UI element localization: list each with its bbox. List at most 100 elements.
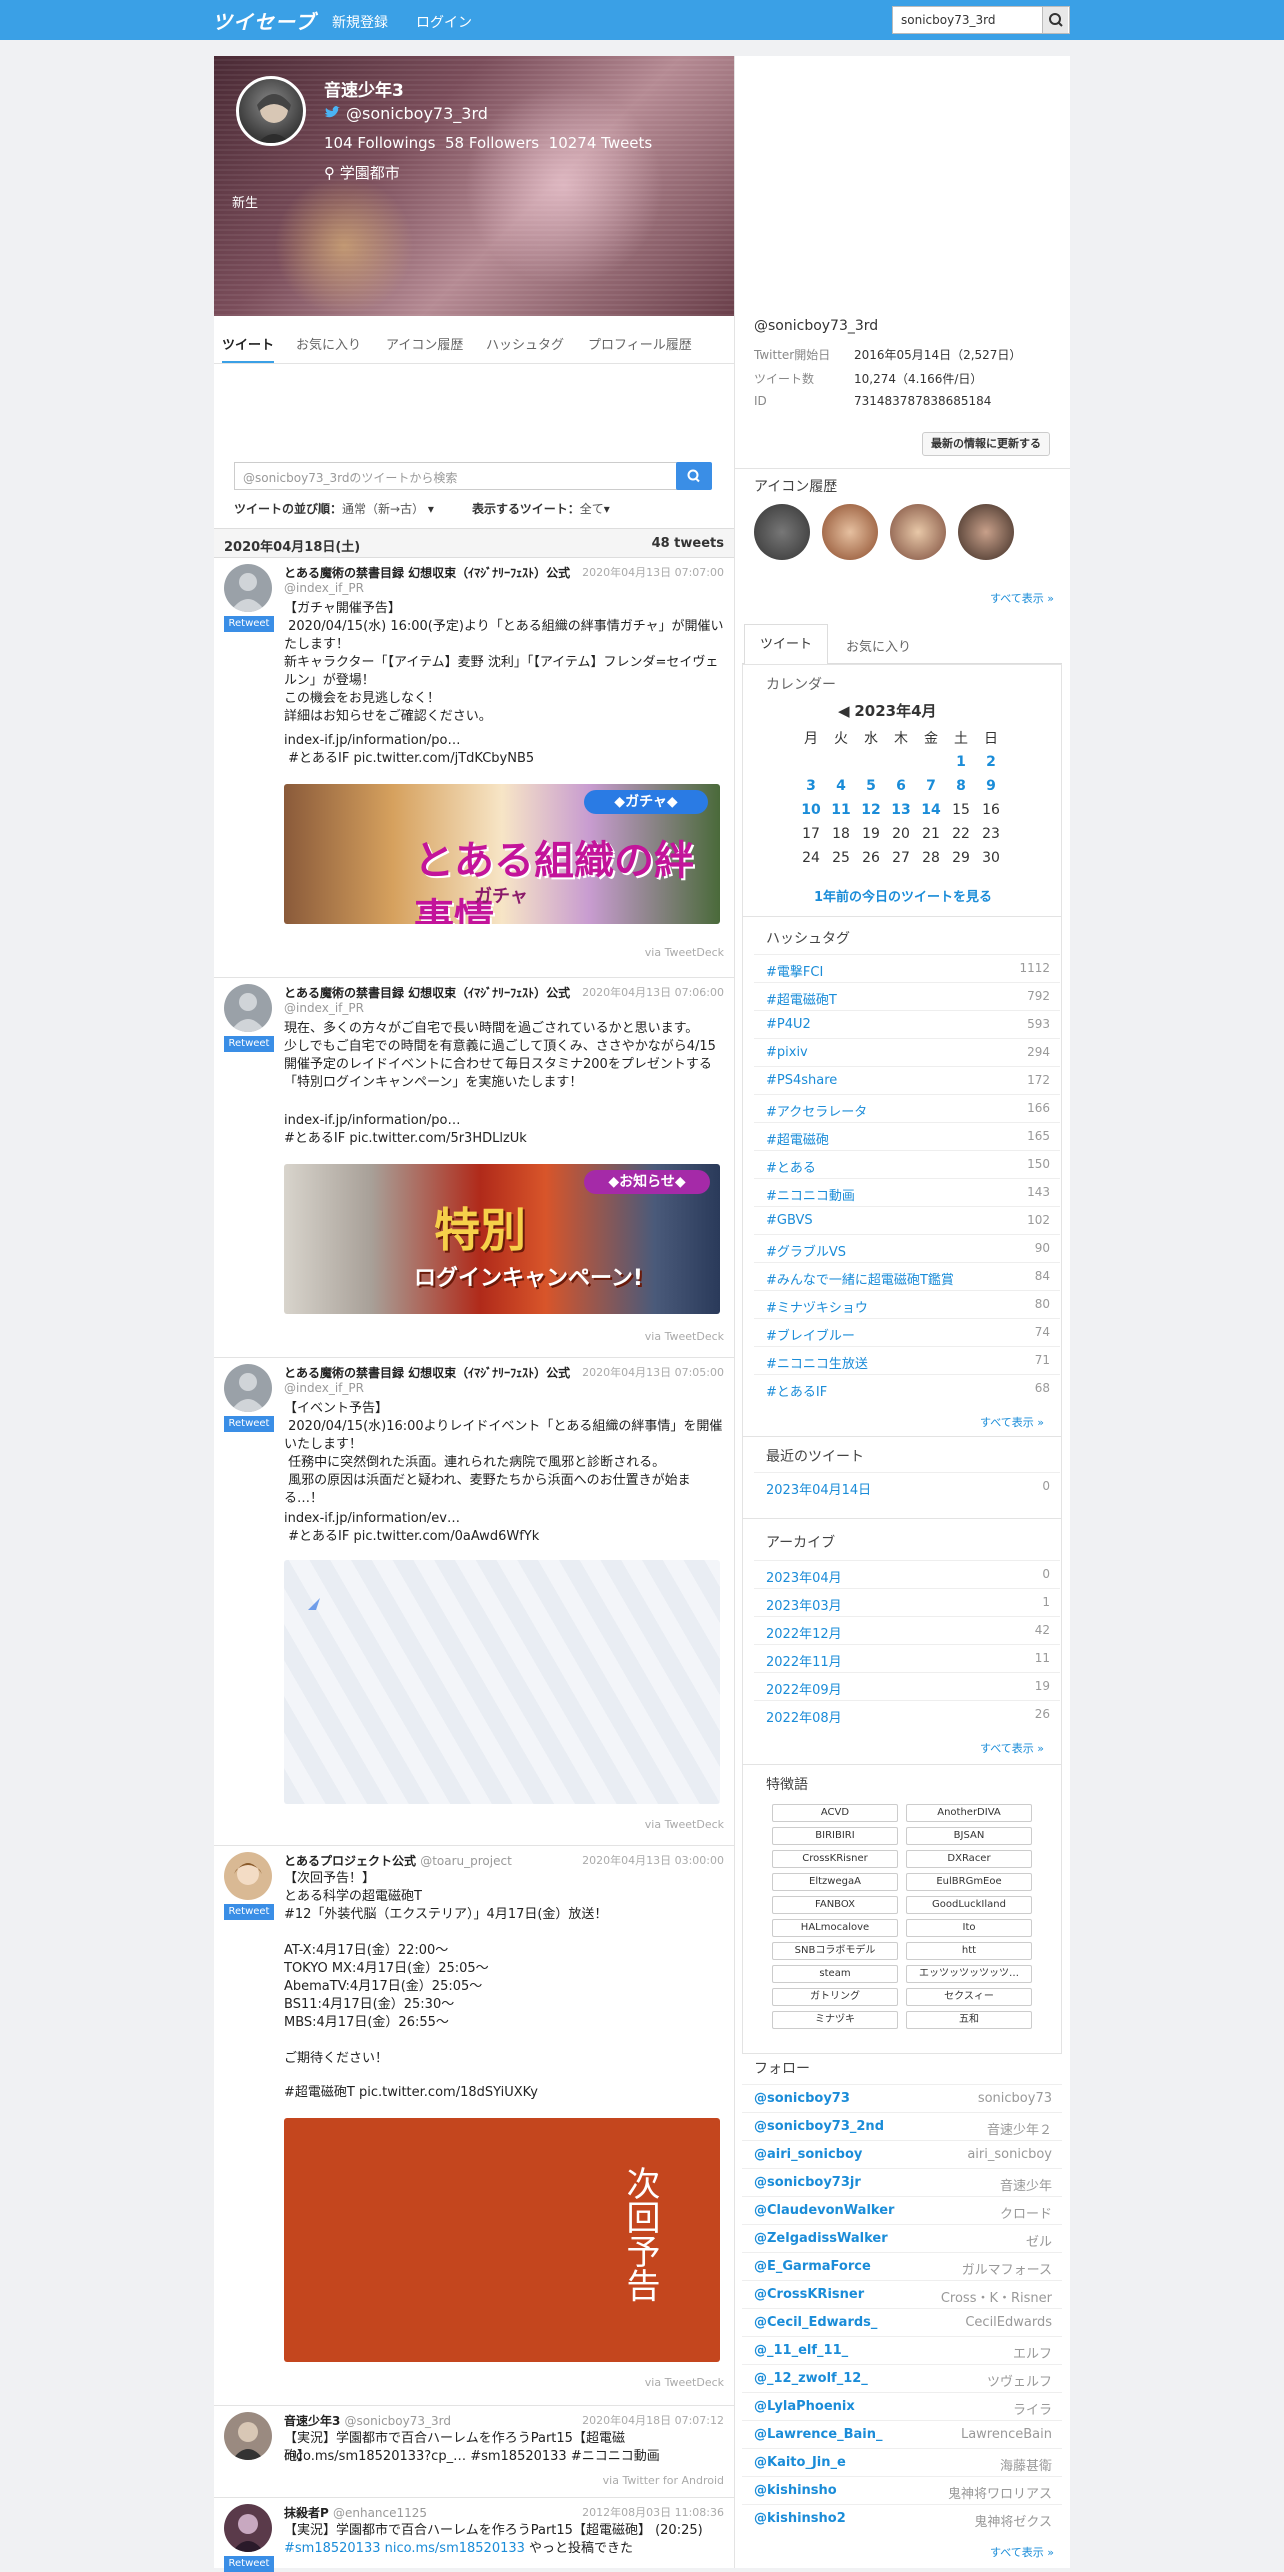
calendar-day[interactable]: 10	[796, 798, 826, 822]
archive-row[interactable]: 2022年08月 26	[754, 1700, 1060, 1728]
follow-handle[interactable]: @Lawrence_Bain_	[754, 2427, 882, 2442]
tab-favorites[interactable]: お気に入り	[296, 334, 361, 353]
tab-tweets[interactable]: ツイート	[222, 334, 275, 363]
side-tab-tweets[interactable]: ツイート	[744, 624, 828, 665]
follow-row[interactable]: @LylaPhoenix ライラ	[742, 2392, 1062, 2420]
filter-dropdown[interactable]: 表示するツイート：全て▾	[472, 500, 610, 517]
archive-label[interactable]: 2022年09月	[766, 1679, 842, 1698]
calendar-day[interactable]: 9	[976, 774, 1006, 798]
side-tab-favorites[interactable]: お気に入り	[846, 636, 911, 655]
tweet-hashtag-link[interactable]: #とあるIF pic.twitter.com/0aAwd6WfYk	[284, 1528, 724, 1546]
login-link[interactable]: ログイン	[416, 12, 472, 32]
archive-label[interactable]: 2022年08月	[766, 1707, 842, 1726]
avatar[interactable]	[224, 1364, 272, 1412]
follow-handle[interactable]: @kishinsho2	[754, 2511, 846, 2526]
tweet-link[interactable]: index-if.jp/information/po…	[284, 732, 724, 750]
word-tag[interactable]: EltzwegaA	[772, 1873, 898, 1891]
archive-row[interactable]: 2023年03月 1	[754, 1588, 1060, 1616]
follow-handle[interactable]: @_11_elf_11_	[754, 2343, 848, 2358]
hashtags-label[interactable]: #ミナヅキショウ	[766, 1297, 868, 1316]
tweet-hashtag-link[interactable]: #とあるIF pic.twitter.com/jTdKCbyNB5	[284, 750, 724, 768]
hashtags-row[interactable]: #超電磁砲T 792	[754, 982, 1060, 1010]
hashtags-row[interactable]: #みんなで一緒に超電磁砲T鑑賞 84	[754, 1262, 1060, 1290]
hashtags-label[interactable]: #PS4share	[766, 1073, 837, 1088]
hashtags-label[interactable]: #GBVS	[766, 1213, 813, 1228]
calendar-day[interactable]: 4	[826, 774, 856, 798]
hashtags-label[interactable]: #電撃FCI	[766, 961, 823, 980]
tweet-image[interactable]: ◆ガチャ◆ とある組織の絆事情 ガチャ	[284, 784, 720, 924]
calendar-day[interactable]: 1	[946, 750, 976, 774]
word-tag[interactable]: Ito	[906, 1919, 1032, 1937]
tab-icon-history[interactable]: アイコン履歴	[386, 334, 463, 353]
follow-row[interactable]: @Lawrence_Bain_ LawrenceBain	[742, 2420, 1062, 2448]
follow-handle[interactable]: @Cecil_Edwards_	[754, 2315, 877, 2330]
archive-row[interactable]: 2022年11月 11	[754, 1644, 1060, 1672]
hashtags-row[interactable]: #ニコニコ動画 143	[754, 1178, 1060, 1206]
profile-handle[interactable]: @sonicboy73_3rd	[346, 104, 488, 123]
recent-row[interactable]: 2023年04月14日 0	[754, 1472, 1060, 1500]
prev-month-icon[interactable]: ◀	[838, 702, 850, 720]
word-tag[interactable]: HALmocalove	[772, 1919, 898, 1937]
follow-row[interactable]: @ClaudevonWalker クロード	[742, 2196, 1062, 2224]
hashtags-row[interactable]: #アクセラレータ 166	[754, 1094, 1060, 1122]
word-tag[interactable]: エッツッツッツッツ…	[906, 1965, 1032, 1983]
icon-history-more-link[interactable]: すべて表示 »	[990, 590, 1054, 606]
tweet-hashtag-link[interactable]: #超電磁砲T pic.twitter.com/18dSYiUXKy	[284, 2084, 724, 2102]
tweet-author[interactable]: とある魔術の禁書目録 幻想収束（ｲﾏｼﾞﾅﾘｰﾌｪｽﾄ）公式 @index_if…	[284, 564, 574, 595]
follow-row[interactable]: @kishinsho 鬼神将ワロリアス	[742, 2476, 1062, 2504]
calendar-day[interactable]: 5	[856, 774, 886, 798]
word-tag[interactable]: GoodLuckIland	[906, 1896, 1032, 1914]
follow-handle[interactable]: @ClaudevonWalker	[754, 2203, 894, 2218]
follow-row[interactable]: @Cecil_Edwards_ CecilEdwards	[742, 2308, 1062, 2336]
follow-row[interactable]: @kishinsho2 鬼神将ゼクス	[742, 2504, 1062, 2532]
calendar-day[interactable]: 8	[946, 774, 976, 798]
word-tag[interactable]: SNBコラボモデル	[772, 1942, 898, 1960]
archive-label[interactable]: 2023年04月	[766, 1567, 842, 1586]
hashtags-more-link[interactable]: すべて表示 »	[980, 1414, 1044, 1430]
tweet-search-input[interactable]: @sonicboy73_3rdのツイートから検索	[234, 462, 678, 490]
hashtags-row[interactable]: #とある 150	[754, 1150, 1060, 1178]
archive-more-link[interactable]: すべて表示 »	[980, 1740, 1044, 1756]
follow-more-link[interactable]: すべて表示 »	[990, 2544, 1054, 2560]
tweet-author[interactable]: 抹殺者P @enhance1125	[284, 2504, 574, 2521]
word-tag[interactable]: ガトリング	[772, 1988, 898, 2006]
tweet-time[interactable]: 2020年04月18日 07:07:12	[582, 2412, 724, 2428]
follow-handle[interactable]: @CrossKRisner	[754, 2287, 864, 2302]
follow-handle[interactable]: @kishinsho	[754, 2483, 837, 2498]
tweet-author[interactable]: とある魔術の禁書目録 幻想収束（ｲﾏｼﾞﾅﾘｰﾌｪｽﾄ）公式 @index_if…	[284, 984, 574, 1015]
word-tag[interactable]: AnotherDIVA	[906, 1804, 1032, 1822]
word-tag[interactable]: htt	[906, 1942, 1032, 1960]
calendar-day[interactable]: 6	[886, 774, 916, 798]
follow-row[interactable]: @sonicboy73_2nd 音速少年２	[742, 2112, 1062, 2140]
tweet-hashtag-link[interactable]: #とあるIF pic.twitter.com/5r3HDLlzUk	[284, 1130, 724, 1148]
hashtags-label[interactable]: #グラブルVS	[766, 1241, 846, 1260]
archive-label[interactable]: 2022年11月	[766, 1651, 842, 1670]
word-tag[interactable]: EulBRGmEoe	[906, 1873, 1032, 1891]
hashtags-label[interactable]: #超電磁砲	[766, 1129, 829, 1148]
word-tag[interactable]: 五和	[906, 2011, 1032, 2029]
site-search-button[interactable]	[1042, 7, 1068, 33]
hashtags-label[interactable]: #みんなで一緒に超電磁砲T鑑賞	[766, 1269, 954, 1288]
calendar-day[interactable]: 3	[796, 774, 826, 798]
follow-handle[interactable]: @E_GarmaForce	[754, 2259, 871, 2274]
follow-row[interactable]: @sonicboy73jr 音速少年	[742, 2168, 1062, 2196]
tweet-image[interactable]: ◆お知らせ◆ 特別 ログインキャンペーン!	[284, 1164, 720, 1314]
follow-handle[interactable]: @ZelgadissWalker	[754, 2231, 888, 2246]
hashtags-label[interactable]: #とあるIF	[766, 1381, 827, 1400]
avatar[interactable]	[224, 2504, 272, 2552]
word-tag[interactable]: セクスィー	[906, 1988, 1032, 2006]
word-tag[interactable]: BIRIBIRI	[772, 1827, 898, 1845]
tweet-time[interactable]: 2020年04月13日 07:06:00	[582, 984, 724, 1000]
hashtags-row[interactable]: #GBVS 102	[754, 1206, 1060, 1234]
calendar-day[interactable]: 12	[856, 798, 886, 822]
tab-hashtags[interactable]: ハッシュタグ	[486, 334, 564, 353]
hashtags-row[interactable]: #電撃FCI 1112	[754, 954, 1060, 982]
tweet-author[interactable]: とある魔術の禁書目録 幻想収束（ｲﾏｼﾞﾅﾘｰﾌｪｽﾄ）公式 @index_if…	[284, 1364, 574, 1395]
calendar-day[interactable]: 2	[976, 750, 1006, 774]
tab-profile-history[interactable]: プロフィール履歴	[588, 334, 692, 353]
follow-handle[interactable]: @airi_sonicboy	[754, 2147, 862, 2162]
hashtags-row[interactable]: #pixiv 294	[754, 1038, 1060, 1066]
hashtags-row[interactable]: #PS4share 172	[754, 1066, 1060, 1094]
hashtags-row[interactable]: #とあるIF 68	[754, 1374, 1060, 1402]
hashtags-row[interactable]: #グラブルVS 90	[754, 1234, 1060, 1262]
